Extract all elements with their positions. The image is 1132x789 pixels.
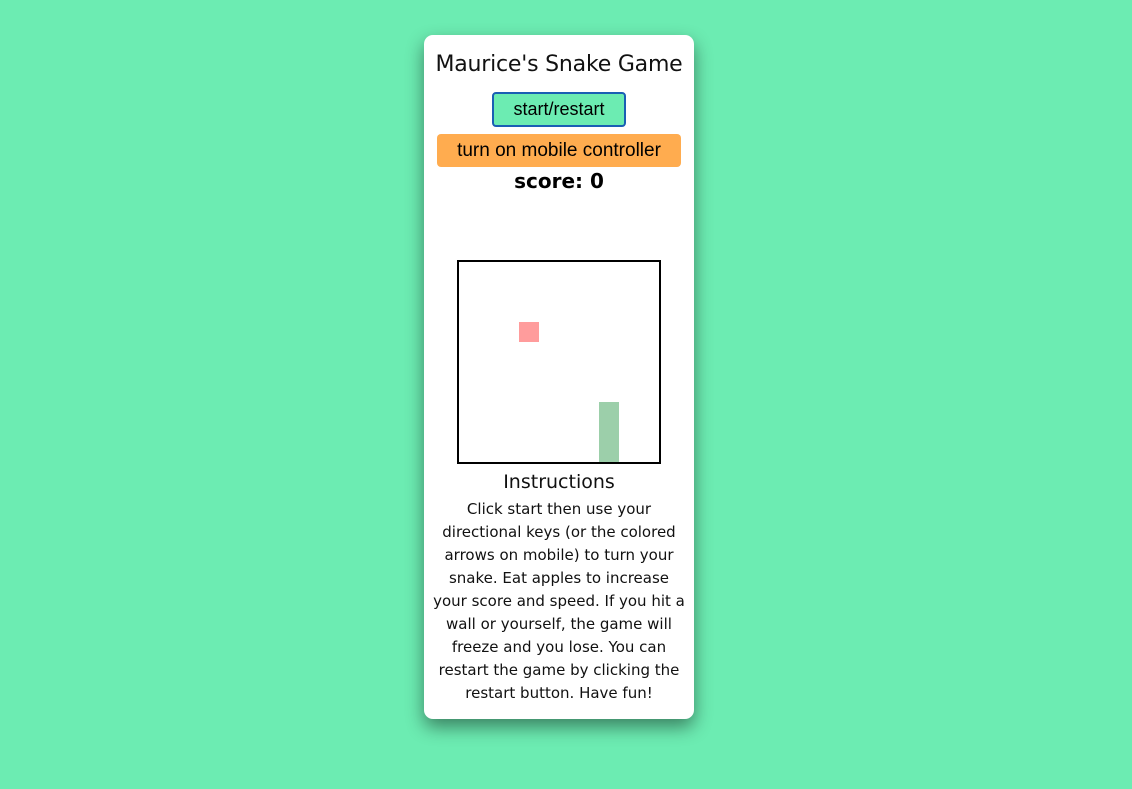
start-restart-button[interactable]: start/restart xyxy=(492,92,626,127)
game-card: Maurice's Snake Game start/restart turn … xyxy=(424,35,694,719)
game-board[interactable] xyxy=(457,260,661,464)
score-display: score: 0 xyxy=(514,169,604,193)
instructions-text: Click start then use your directional ke… xyxy=(433,500,685,702)
snake-segment xyxy=(599,422,619,442)
instructions-heading: Instructions xyxy=(503,471,615,493)
page-title: Maurice's Snake Game xyxy=(435,52,683,77)
apple xyxy=(519,322,539,342)
snake-segment xyxy=(599,402,619,422)
mobile-controller-button[interactable]: turn on mobile controller xyxy=(437,134,681,167)
snake-segment xyxy=(599,442,619,462)
